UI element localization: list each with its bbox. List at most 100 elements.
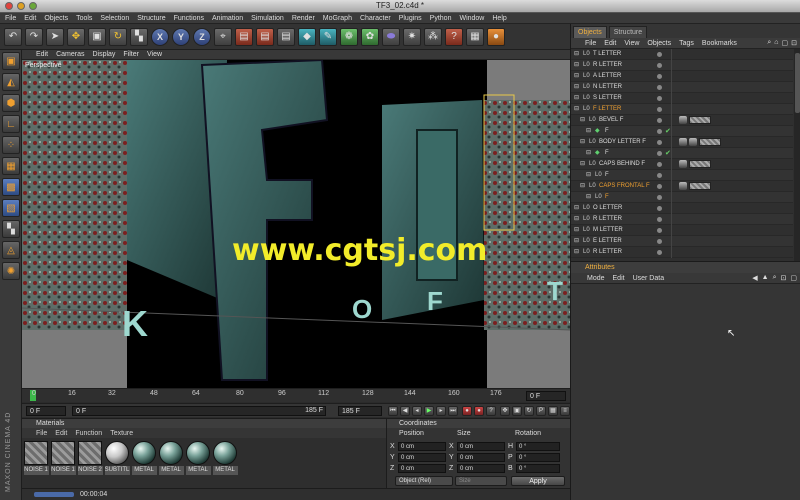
menu-edit[interactable]: Edit (24, 15, 36, 22)
materials-menu-edit[interactable]: Edit (55, 430, 67, 437)
points-mode-button[interactable]: ⁘ (2, 136, 20, 154)
menu-functions[interactable]: Functions (174, 15, 204, 22)
expand-icon[interactable]: ⊟ (574, 95, 581, 102)
menu-selection[interactable]: Selection (100, 15, 129, 22)
pla-key-button[interactable]: ▦ (548, 406, 558, 416)
visibility-dot[interactable] (657, 74, 662, 79)
scene-button[interactable]: ✷ (403, 27, 421, 46)
texture-tag-icon[interactable] (689, 182, 711, 190)
end-frame-field[interactable]: 185 F (338, 406, 382, 416)
material-tag-icon[interactable] (679, 160, 687, 168)
visibility-dot[interactable] (657, 107, 662, 112)
material-item[interactable]: METAL (131, 441, 157, 485)
up-arrow-icon[interactable]: ▲ (762, 274, 769, 282)
object-row[interactable]: ⊟ ◆ F ✔ (571, 148, 793, 159)
timeline-ruler[interactable]: 0 16 32 48 64 80 96 112 128 144 160 176 … (22, 388, 570, 402)
expand-icon[interactable]: ⊟ (580, 161, 587, 168)
object-row[interactable]: ⊟ L0 CAPS BEHIND F (571, 159, 793, 170)
material-item[interactable]: METAL (212, 441, 238, 485)
object-row[interactable]: ⊟ L0 R LETTER (571, 60, 793, 71)
menu-character[interactable]: Character (360, 15, 391, 22)
object-row[interactable]: ⊟ L0 F (571, 192, 793, 203)
undo-button[interactable]: ↶ (4, 27, 22, 46)
visibility-dot[interactable] (657, 85, 662, 90)
rotation-key-button[interactable]: ↻ (524, 406, 534, 416)
material-tag-icon[interactable] (679, 138, 687, 146)
deformer-button[interactable]: ⬬ (382, 27, 400, 46)
new-window-icon[interactable]: ▢ (790, 274, 797, 282)
model-mode-button[interactable]: ◭ (2, 73, 20, 91)
previous-frame-button[interactable]: ◂ (412, 406, 422, 416)
object-row[interactable]: ⊟ L0 S LETTER (571, 93, 793, 104)
polygons-mode-button[interactable]: ▩ (2, 178, 20, 196)
menu-window[interactable]: Window (459, 15, 484, 22)
keyframe-selection-button[interactable]: ? (486, 406, 496, 416)
expand-icon[interactable]: ⊟ (574, 51, 581, 58)
back-arrow-icon[interactable]: ◀ (752, 274, 757, 282)
expand-icon[interactable]: ⊟ (574, 73, 581, 80)
object-list-scrollbar[interactable] (794, 49, 800, 281)
redo-button[interactable]: ↷ (25, 27, 43, 46)
enabled-check-icon[interactable]: ✔ (665, 126, 671, 137)
attributes-menu-edit[interactable]: Edit (613, 275, 625, 282)
position-key-button[interactable]: ✥ (500, 406, 510, 416)
object-row[interactable]: ⊟ L0 N LETTER (571, 82, 793, 93)
object-row[interactable]: ⊟ L0 F (571, 170, 793, 181)
tweak-button[interactable]: ◬ (2, 241, 20, 259)
menu-mograph[interactable]: MoGraph (323, 15, 352, 22)
coordinate-system-button[interactable]: ⌖ (214, 27, 232, 46)
move-tool-button[interactable]: ✥ (67, 27, 85, 46)
expand-icon[interactable]: ⊟ (580, 117, 587, 124)
frame-range-slider[interactable]: 0 F (72, 406, 326, 416)
render-settings-button[interactable]: ▤ (277, 27, 295, 46)
material-tag-icon[interactable] (679, 182, 687, 190)
visibility-dot[interactable] (657, 96, 662, 101)
visibility-dot[interactable] (657, 239, 662, 244)
object-row[interactable]: ⊟ L0 E LETTER (571, 236, 793, 247)
3d-viewport[interactable]: K O F T www.cgtsj.com Perspective (22, 60, 570, 388)
materials-menu-texture[interactable]: Texture (110, 430, 133, 437)
param-key-button[interactable]: P (536, 406, 546, 416)
position-y-field[interactable]: 0 cm (398, 453, 446, 462)
menu-objects[interactable]: Objects (44, 15, 68, 22)
menu-plugins[interactable]: Plugins (399, 15, 422, 22)
viewport-menu-cameras[interactable]: Cameras (56, 51, 84, 58)
expand-icon[interactable]: ⊟ (574, 216, 581, 223)
next-frame-button[interactable]: ▸ (436, 406, 446, 416)
array-button[interactable]: ✿ (361, 27, 379, 46)
expand-icon[interactable]: ⊟ (574, 238, 581, 245)
size-x-field[interactable]: 0 cm (457, 442, 505, 451)
material-tag-icon[interactable] (689, 138, 697, 146)
go-to-end-button[interactable]: ⏭ (448, 406, 458, 416)
light-button[interactable]: ? (445, 27, 463, 46)
menu-tools[interactable]: Tools (76, 15, 92, 22)
visibility-dot[interactable] (657, 173, 662, 178)
objects-menu-bookmarks[interactable]: Bookmarks (702, 40, 737, 47)
tag-button[interactable]: ● (487, 27, 505, 46)
lock-icon[interactable]: ⊡ (791, 39, 797, 47)
apply-button[interactable]: Apply (511, 476, 565, 486)
object-row[interactable]: ⊟ L0 BEVEL F (571, 115, 793, 126)
tab-objects[interactable]: Objects (573, 26, 607, 38)
menu-simulation[interactable]: Simulation (251, 15, 284, 22)
expand-icon[interactable]: ⊟ (574, 249, 581, 256)
expand-icon[interactable]: ⊟ (574, 227, 581, 234)
timeline-menu-button[interactable]: ≡ (560, 406, 570, 416)
x-axis-button[interactable]: X (151, 27, 169, 46)
subdivision-button[interactable]: ✎ (319, 27, 337, 46)
expand-icon[interactable]: ⊟ (574, 84, 581, 91)
objects-menu-tags[interactable]: Tags (679, 40, 694, 47)
size-mode-select[interactable]: Size (455, 476, 507, 486)
previous-key-button[interactable]: ◀ (400, 406, 410, 416)
object-row[interactable]: ⊟ L0 O LETTER (571, 203, 793, 214)
z-axis-button[interactable]: Z (193, 27, 211, 46)
cube-object-button[interactable]: ◆ (298, 27, 316, 46)
expand-icon[interactable]: ⊟ (586, 128, 593, 135)
live-selection-button[interactable]: ➤ (46, 27, 64, 46)
visibility-dot[interactable] (657, 129, 662, 134)
rotation-p-field[interactable]: 0 ° (516, 453, 560, 462)
material-item[interactable]: NOISE 2 (77, 441, 103, 485)
visibility-dot[interactable] (657, 228, 662, 233)
camera-button[interactable]: ⁂ (424, 27, 442, 46)
nurbs-button[interactable]: ❁ (340, 27, 358, 46)
